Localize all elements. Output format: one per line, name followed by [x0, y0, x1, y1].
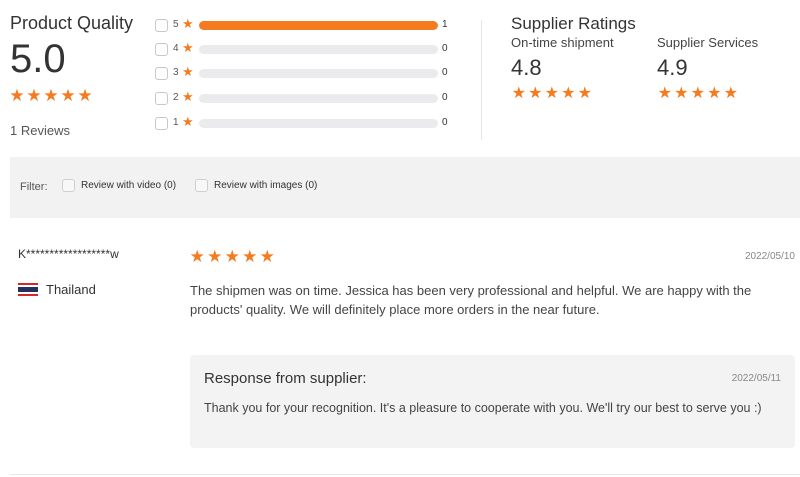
star-icon: ★	[9, 86, 25, 106]
star-icon: ★	[224, 247, 240, 267]
star-icon: ★	[657, 83, 672, 102]
rating-count: 1	[442, 19, 448, 30]
supplier-services-score: 4.9	[657, 55, 688, 80]
checkbox-icon[interactable]	[155, 19, 168, 32]
rating-bar-fill	[199, 21, 438, 30]
star-icon: ★	[690, 83, 705, 102]
response-text: Thank you for your recognition. It's a p…	[204, 401, 762, 415]
supplier-response: Response from supplier: 2022/05/11 Thank…	[190, 355, 795, 448]
checkbox-icon[interactable]	[195, 179, 208, 192]
star-icon: ★	[259, 247, 275, 267]
filter-images-option[interactable]: Review with images (0)	[195, 179, 317, 192]
rating-level: 5	[173, 19, 179, 30]
reviewer-country: Thailand	[18, 282, 96, 297]
rating-count: 0	[442, 43, 448, 54]
filter-bar: Filter: Review with video (0) Review wit…	[10, 157, 800, 218]
filter-images-label: Review with images (0)	[214, 180, 318, 191]
on-time-shipment-stars: ★ ★ ★ ★ ★	[511, 84, 614, 101]
supplier-services-label: Supplier Services	[657, 35, 759, 50]
star-icon: ★	[511, 83, 526, 102]
star-icon: ★	[60, 86, 76, 106]
rating-bar	[199, 69, 438, 78]
rating-bar	[199, 21, 438, 30]
rating-bar	[199, 119, 438, 128]
section-divider	[481, 20, 482, 140]
star-icon: ★	[43, 86, 59, 106]
rating-row-5[interactable]: 5 ★ 1	[155, 17, 455, 33]
star-icon: ★	[242, 247, 258, 267]
on-time-shipment-score: 4.8	[511, 55, 542, 80]
review-date: 2022/05/10	[744, 251, 795, 262]
star-icon: ★	[182, 41, 194, 56]
on-time-shipment-label: On-time shipment	[511, 35, 614, 50]
reviewer-name: K******************w	[18, 247, 119, 261]
product-quality-score: 5.0	[10, 37, 66, 81]
checkbox-icon[interactable]	[62, 179, 75, 192]
star-icon: ★	[207, 247, 223, 267]
rating-bar	[199, 94, 438, 103]
rating-count: 0	[442, 117, 448, 128]
supplier-ratings-title: Supplier Ratings	[511, 14, 636, 33]
rating-level: 4	[173, 43, 179, 54]
star-icon: ★	[77, 86, 93, 106]
star-icon: ★	[674, 83, 689, 102]
star-icon: ★	[182, 17, 194, 32]
star-icon: ★	[561, 83, 576, 102]
on-time-shipment-rating: On-time shipment 4.8 ★ ★ ★ ★ ★	[511, 35, 614, 101]
product-quality-title: Product Quality	[10, 13, 134, 33]
rating-count: 0	[442, 67, 448, 78]
product-quality-stars: ★ ★ ★ ★ ★	[9, 88, 93, 105]
supplier-services-rating: Supplier Services 4.9 ★ ★ ★ ★ ★	[657, 35, 758, 101]
star-icon: ★	[189, 247, 205, 267]
star-icon: ★	[577, 83, 592, 102]
filter-video-option[interactable]: Review with video (0)	[62, 179, 176, 192]
rating-row-3[interactable]: 3 ★ 0	[155, 65, 455, 81]
star-icon: ★	[528, 83, 543, 102]
reviews-count: 1 Reviews	[10, 123, 70, 138]
star-icon: ★	[182, 65, 194, 80]
rating-count: 0	[442, 92, 448, 103]
review-stars: ★ ★ ★ ★ ★	[189, 249, 276, 266]
country-label: Thailand	[46, 282, 96, 297]
review-divider	[10, 474, 800, 475]
rating-level: 2	[173, 92, 179, 103]
checkbox-icon[interactable]	[155, 117, 168, 130]
star-icon: ★	[707, 83, 722, 102]
star-icon: ★	[26, 86, 42, 106]
star-icon: ★	[544, 83, 559, 102]
star-icon: ★	[182, 115, 194, 130]
checkbox-icon[interactable]	[155, 67, 168, 80]
response-title: Response from supplier:	[204, 370, 367, 387]
rating-bar	[199, 45, 438, 54]
supplier-services-stars: ★ ★ ★ ★ ★	[657, 84, 758, 101]
star-icon: ★	[182, 90, 194, 105]
checkbox-icon[interactable]	[155, 92, 168, 105]
filter-video-label: Review with video (0)	[81, 180, 177, 191]
review-text: The shipmen was on time. Jessica has bee…	[190, 283, 752, 317]
rating-row-1[interactable]: 1 ★ 0	[155, 115, 455, 131]
rating-level: 3	[173, 67, 179, 78]
filter-label: Filter:	[20, 181, 48, 193]
rating-level: 1	[173, 117, 179, 128]
response-date: 2022/05/11	[731, 373, 781, 384]
star-icon: ★	[723, 83, 738, 102]
checkbox-icon[interactable]	[155, 43, 168, 56]
thailand-flag-icon	[18, 282, 38, 297]
rating-row-4[interactable]: 4 ★ 0	[155, 41, 455, 57]
rating-row-2[interactable]: 2 ★ 0	[155, 90, 455, 106]
